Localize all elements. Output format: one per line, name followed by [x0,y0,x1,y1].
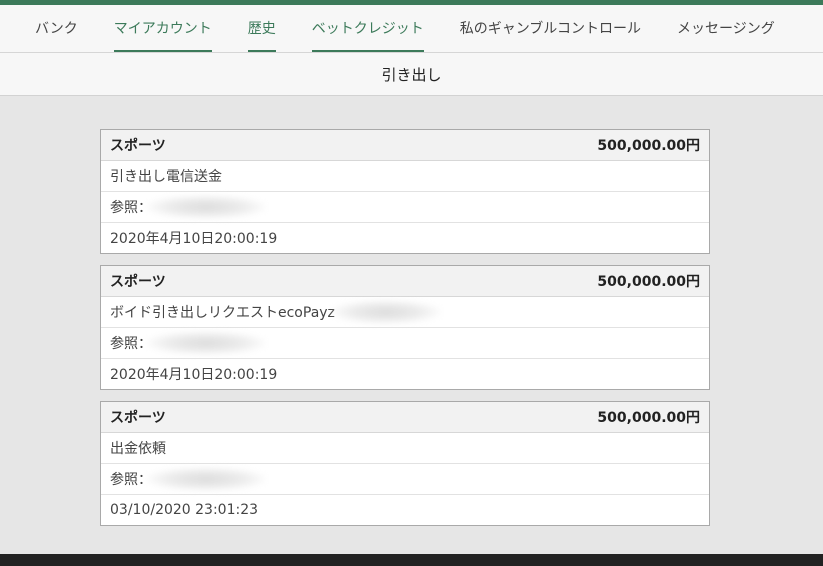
transaction-category: スポーツ [110,274,166,290]
transaction-description: ボイド引き出しリクエストecoPayz [110,305,335,321]
nav-item-history[interactable]: 歴史 [247,5,276,52]
transaction-card: スポーツ 500,000.00円 出金依頼 参照： 03/10/2020 23:… [100,401,710,526]
nav-item-gambling-controls[interactable]: 私のギャンブルコントロール [460,5,641,52]
transaction-amount: 500,000.00円 [597,274,700,290]
transaction-description-row: 引き出し電信送金 [101,161,709,192]
transaction-header: スポーツ 500,000.00円 [101,130,709,161]
transaction-reference-row: 参照： [101,464,709,495]
transaction-datetime-row: 03/10/2020 23:01:23 [101,495,709,525]
transaction-reference-row: 参照： [101,192,709,223]
footer-bar [0,554,823,566]
transaction-description: 引き出し電信送金 [110,169,222,185]
page-title: 引き出し [0,53,823,96]
transaction-list: スポーツ 500,000.00円 引き出し電信送金 参照： 2020年4月10日… [0,96,823,526]
nav-item-messaging[interactable]: メッセージング [677,5,775,52]
transaction-description: 出金依頼 [110,441,166,457]
transaction-header: スポーツ 500,000.00円 [101,402,709,433]
nav-item-bet-credit[interactable]: ベットクレジット [311,5,424,52]
transaction-datetime: 2020年4月10日20:00:19 [110,231,278,247]
redacted-reference [146,467,266,491]
transaction-datetime-row: 2020年4月10日20:00:19 [101,223,709,253]
redacted-account [330,300,441,324]
transaction-reference-row: 参照： [101,328,709,359]
transaction-datetime: 2020年4月10日20:00:19 [110,367,278,383]
transaction-datetime-row: 2020年4月10日20:00:19 [101,359,709,389]
redacted-reference [146,195,266,219]
redacted-reference [146,331,266,355]
transaction-description-row: 出金依頼 [101,433,709,464]
main-nav: バンク マイアカウント 歴史 ベットクレジット 私のギャンブルコントロール メッ… [0,5,823,53]
transaction-amount: 500,000.00円 [597,138,700,154]
nav-item-bank[interactable]: バンク [35,5,78,52]
transaction-category: スポーツ [110,138,166,154]
transaction-description-row: ボイド引き出しリクエストecoPayz [101,297,709,328]
nav-item-my-account[interactable]: マイアカウント [113,5,212,52]
transaction-category: スポーツ [110,410,166,426]
transaction-header: スポーツ 500,000.00円 [101,266,709,297]
transaction-datetime: 03/10/2020 23:01:23 [110,502,259,518]
transaction-amount: 500,000.00円 [597,410,700,426]
transaction-card: スポーツ 500,000.00円 引き出し電信送金 参照： 2020年4月10日… [100,129,710,254]
transaction-card: スポーツ 500,000.00円 ボイド引き出しリクエストecoPayz 参照：… [100,265,710,390]
